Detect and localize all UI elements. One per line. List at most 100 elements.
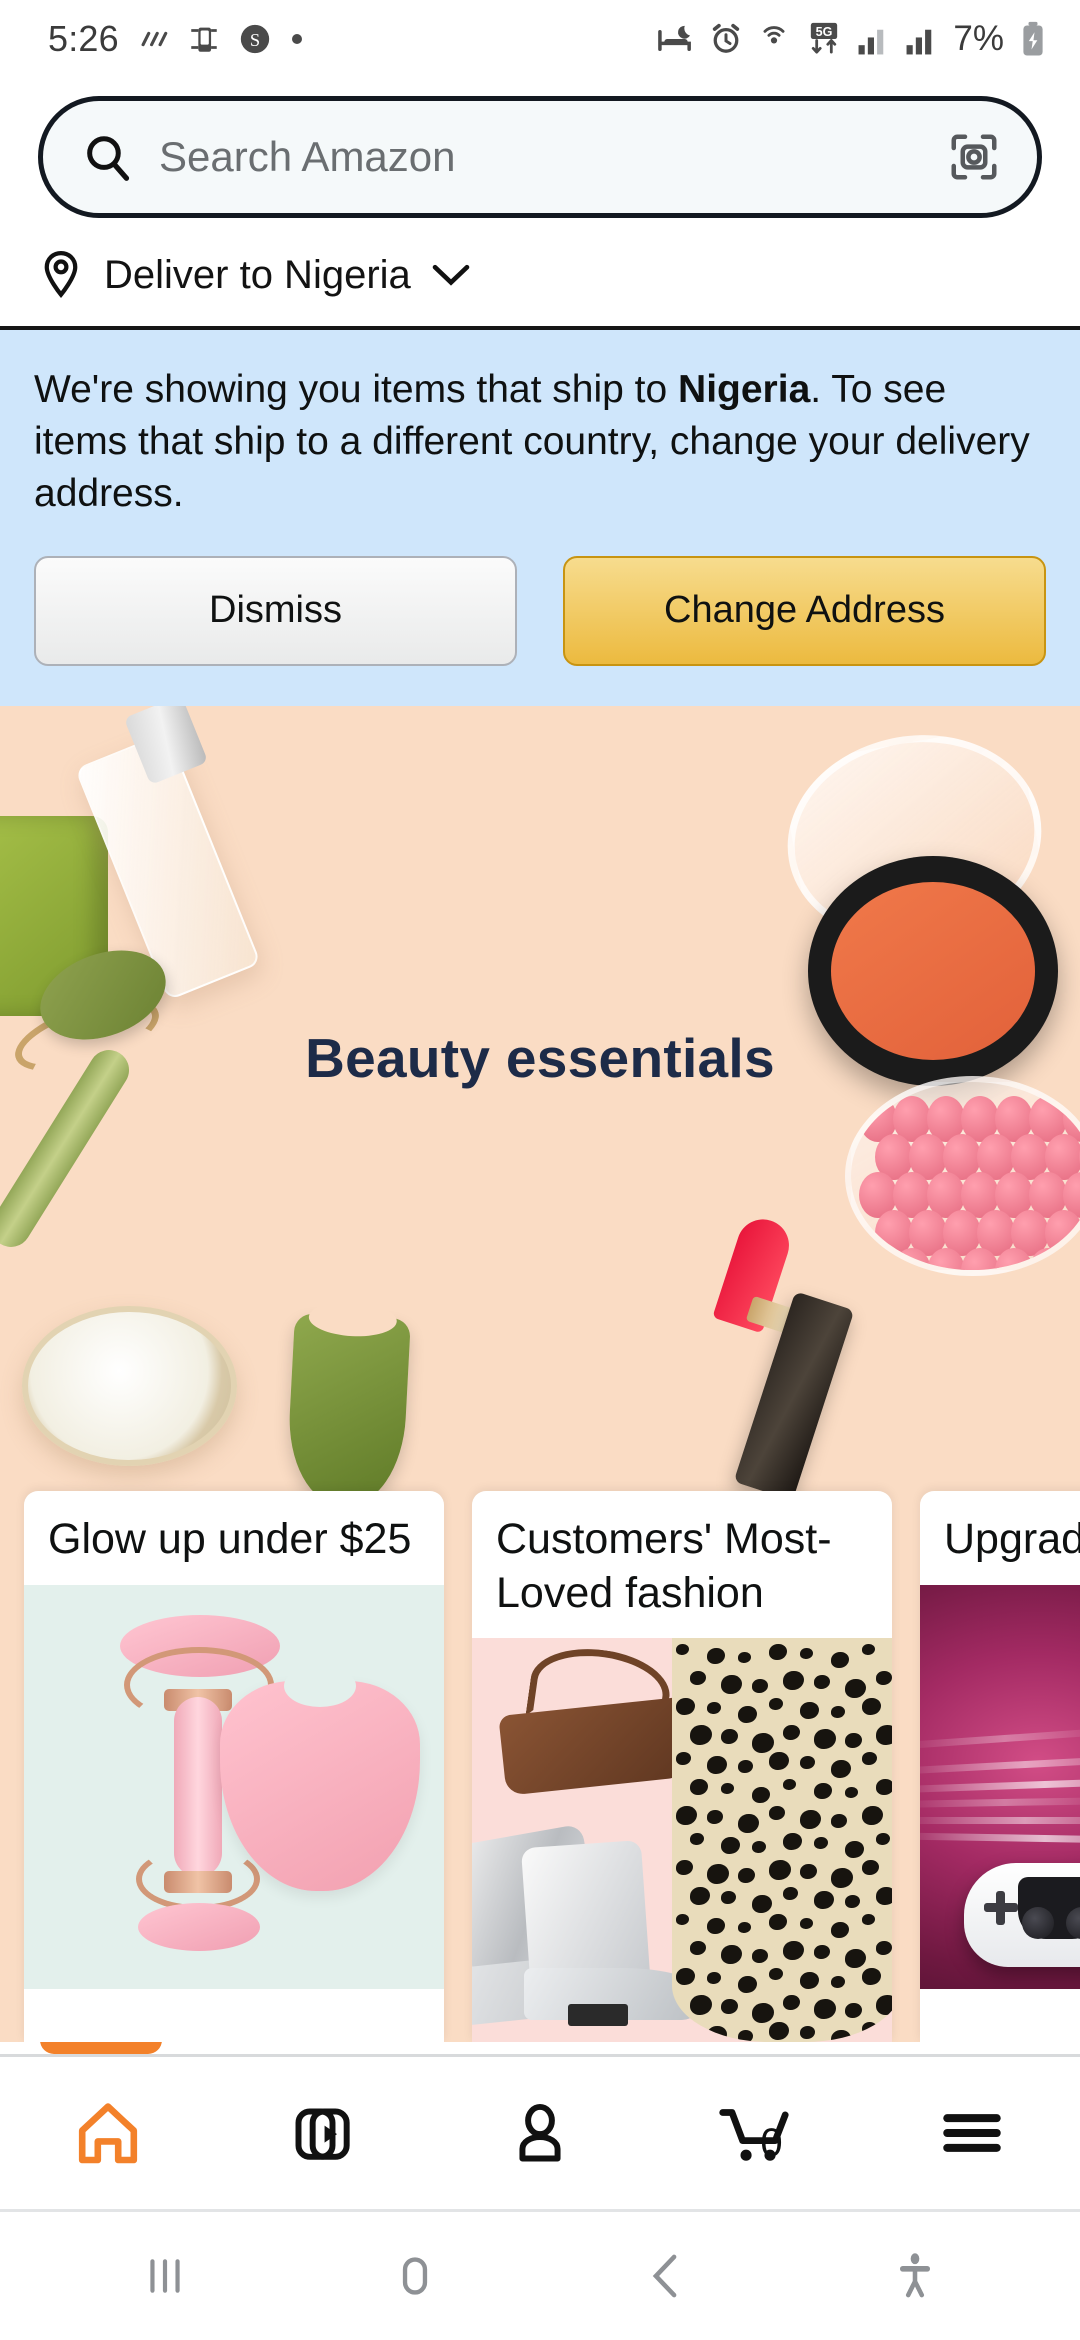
leopard-spot [800, 1918, 813, 1929]
samsung-s-icon: S [238, 22, 272, 56]
leopard-skirt [672, 1638, 892, 2042]
leopard-spot [676, 2022, 691, 2035]
deal-card[interactable]: Customers' Most-Loved fashion [472, 1491, 892, 2042]
leopard-spot [738, 1706, 757, 1723]
leopard-spot [690, 1887, 710, 1905]
leopard-spot [876, 1833, 890, 1845]
nav-item-account[interactable] [432, 2099, 648, 2167]
leopard-spot [876, 1941, 892, 1955]
leopard-spot [769, 1914, 787, 1930]
shopping-cart-icon [718, 2097, 794, 2169]
leopard-spot [862, 1644, 875, 1655]
leopard-spot [738, 2030, 753, 2042]
leopard-spot [707, 1918, 725, 1934]
sys-nav-recents[interactable] [40, 2253, 290, 2299]
sys-nav-back[interactable] [540, 2251, 790, 2301]
nav-item-home[interactable] [0, 2097, 216, 2169]
deal-card[interactable]: Glow up under $25 [24, 1491, 444, 2042]
leopard-spot [752, 2003, 774, 2023]
home-icon [72, 2097, 144, 2169]
roller-fork-bottom [136, 1846, 260, 1911]
search-bar[interactable] [38, 96, 1042, 218]
network-5g-icon: 5G [805, 21, 843, 57]
leopard-spot [876, 1779, 892, 1795]
leopard-spot [769, 1860, 791, 1880]
roller-head-bottom [138, 1902, 260, 1951]
leopard-spot [738, 1814, 759, 1833]
leopard-spot [862, 1806, 883, 1825]
deal-card-title: Customers' Most-Loved fashion [496, 1515, 832, 1617]
sys-nav-home[interactable] [290, 2250, 540, 2302]
location-pin-icon [38, 250, 84, 300]
leopard-spot [831, 1706, 845, 1718]
deal-card[interactable]: Upgrade gaming g [920, 1491, 1080, 2042]
light-streak [920, 1727, 1080, 1750]
leopard-spot [752, 1895, 772, 1913]
leopard-spot [707, 1810, 723, 1824]
app-screen: 5:26 S 5G 7% Search Amazon Deliver to Ni… [0, 0, 1080, 2340]
leopard-spot [783, 1941, 804, 1960]
leopard-spot [814, 1783, 832, 1799]
leopard-spot [690, 1941, 706, 1955]
chevron-down-icon [431, 262, 471, 288]
dismiss-button[interactable]: Dismiss [34, 555, 517, 666]
change-address-button[interactable]: Change Address [563, 555, 1046, 666]
active-tab-indicator-row [0, 2020, 1080, 2054]
leopard-spot [814, 1999, 836, 2019]
nav-item-cart[interactable]: 0 [648, 2097, 864, 2169]
leopard-spot [769, 2022, 789, 2040]
leopard-spot [831, 1976, 845, 1988]
search-input[interactable] [159, 133, 921, 181]
leopard-spot [845, 1841, 864, 1858]
signal-bars-sim2-icon [905, 23, 939, 55]
svg-text:S: S [250, 30, 260, 50]
leopard-spot [676, 1698, 695, 1715]
leopard-spot [783, 1779, 796, 1790]
leopard-spot [769, 1698, 783, 1710]
leopard-spot [845, 1787, 858, 1798]
hero-banner[interactable]: Beauty essentials Glow up under $25 Cust… [0, 705, 1080, 2042]
light-streak [920, 1754, 1080, 1775]
deliver-to-row[interactable]: Deliver to Nigeria [0, 228, 1080, 330]
leopard-spot [814, 1945, 830, 1959]
gua-sha-stone [220, 1664, 420, 1891]
leopard-spot [707, 2026, 727, 2042]
leopard-spot [752, 1949, 768, 1963]
leopard-spot [738, 1976, 757, 1993]
banner-country: Nigeria [678, 368, 811, 411]
nav-item-menu[interactable] [864, 2104, 1080, 2162]
leopard-spot [707, 1864, 729, 1884]
leopard-spot [862, 1698, 881, 1715]
home-pill-icon [389, 2250, 441, 2302]
leopard-spot [831, 2030, 851, 2042]
status-bar: 5:26 S 5G 7% [0, 0, 1080, 78]
sys-nav-accessibility[interactable] [790, 2251, 1040, 2301]
leopard-spot [752, 1733, 774, 1753]
leopard-spot [676, 1914, 689, 1925]
leopard-spot [769, 1752, 789, 1770]
leopard-spot [783, 1671, 804, 1690]
leopard-spot [831, 1922, 849, 1938]
signal-bars-sim1-icon [857, 23, 891, 55]
shipping-country-banner: We're showing you items that ship to Nig… [0, 330, 1080, 706]
leopard-spot [707, 1702, 721, 1714]
deal-card-carousel[interactable]: Glow up under $25 Customers' Most-Loved … [0, 1491, 1080, 2042]
leopard-spot [831, 1652, 849, 1668]
leopard-spot [721, 1837, 740, 1854]
game-controller [964, 1862, 1080, 1967]
leopard-spot [676, 1968, 695, 1985]
leopard-spot [721, 1891, 736, 1904]
nav-item-video[interactable] [216, 2099, 432, 2167]
back-chevron-icon [642, 2251, 688, 2301]
leopard-spot [831, 1814, 847, 1828]
cart-count-badge: 0 [760, 2121, 783, 2165]
leopard-spot [845, 1895, 860, 1908]
camera-scan-icon[interactable] [947, 130, 1001, 184]
person-icon [506, 2099, 574, 2167]
leopard-spot [769, 1644, 787, 1660]
accessibility-person-icon [894, 2251, 936, 2301]
battery-charging-icon [1020, 21, 1046, 57]
banner-text-before: We're showing you items that ship to [34, 368, 679, 411]
leopard-spot [876, 1671, 892, 1685]
leopard-spot [752, 1841, 766, 1853]
